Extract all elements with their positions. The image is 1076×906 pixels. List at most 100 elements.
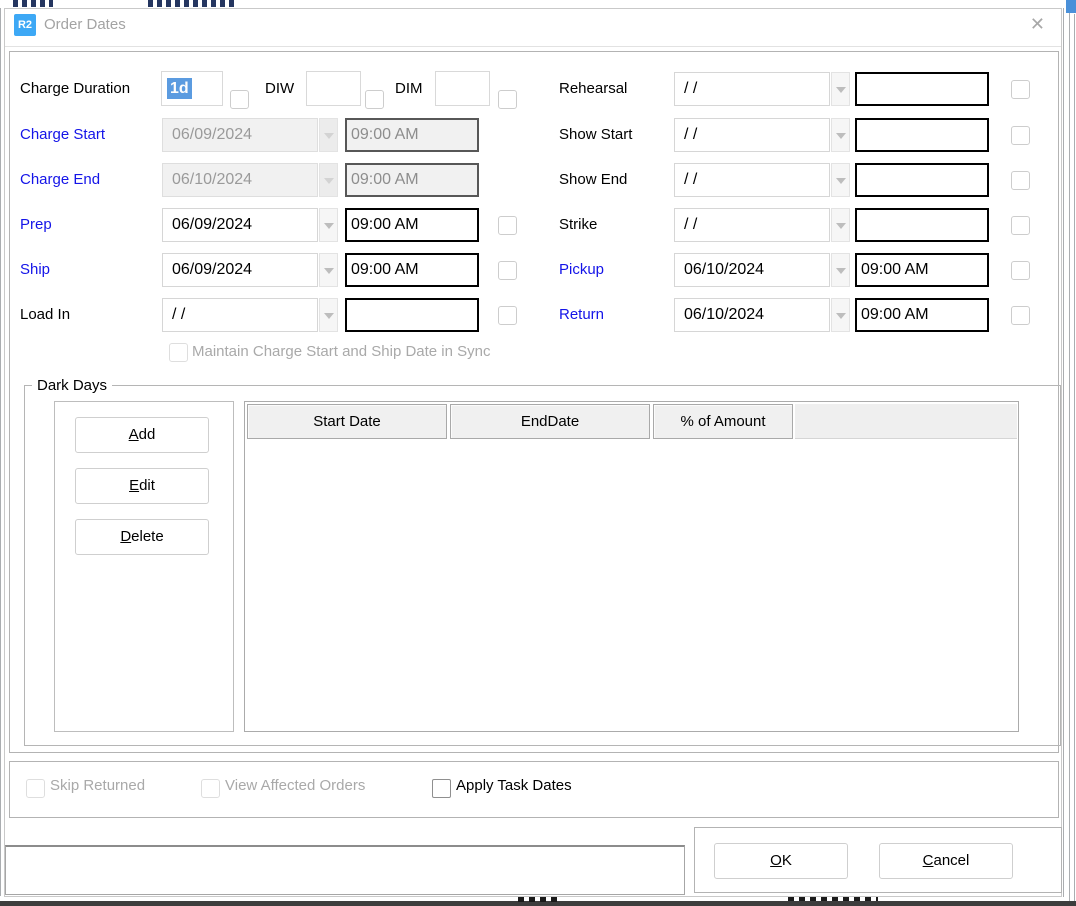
show-end-time-field[interactable] <box>855 163 989 197</box>
pickup-checkbox[interactable] <box>1011 261 1030 280</box>
footer-options-panel: Skip Returned View Affected Orders Apply… <box>9 761 1059 818</box>
charge-start-time-field: 09:00 AM <box>345 118 479 152</box>
charge-end-date-combo: 06/10/2024 <box>162 163 338 197</box>
charge-end-time-field: 09:00 AM <box>345 163 479 197</box>
view-affected-orders-label: View Affected Orders <box>225 775 365 797</box>
strike-date-combo[interactable]: / / <box>674 208 850 242</box>
charge-end-label: Charge End <box>20 163 100 197</box>
show-end-label: Show End <box>559 163 627 197</box>
apply-task-dates-checkbox[interactable] <box>432 779 451 798</box>
dim-label: DIM <box>395 72 423 106</box>
dates-panel: Charge Duration 1d DIW DIM Charge Start … <box>9 51 1059 753</box>
column-header-end-date[interactable]: EndDate <box>450 404 650 439</box>
dropdown-arrow-icon[interactable] <box>831 118 850 152</box>
pickup-date-combo[interactable]: 06/10/2024 <box>674 253 850 287</box>
dark-days-button-panel: Add Edit Delete <box>54 401 234 732</box>
ok-button[interactable]: OK <box>714 843 848 879</box>
return-time-field[interactable]: 09:00 AM <box>855 298 989 332</box>
dropdown-arrow-icon <box>319 118 338 152</box>
pickup-label: Pickup <box>559 253 604 287</box>
apply-task-dates-label: Apply Task Dates <box>456 775 572 797</box>
dropdown-arrow-icon[interactable] <box>319 208 338 242</box>
background-window-border <box>1069 0 1070 906</box>
background-window-text-fragment <box>518 897 558 902</box>
delete-button[interactable]: Delete <box>75 519 209 555</box>
column-header-filler <box>795 404 1017 439</box>
show-end-date-combo[interactable]: / / <box>674 163 850 197</box>
diw-input[interactable] <box>306 71 361 106</box>
show-end-checkbox[interactable] <box>1011 171 1030 190</box>
view-affected-orders-checkbox <box>201 779 220 798</box>
title-bar: R2 Order Dates ✕ <box>5 9 1061 47</box>
dropdown-arrow-icon[interactable] <box>319 298 338 332</box>
charge-duration-checkbox[interactable] <box>230 90 249 109</box>
background-window-text-fragment <box>148 0 234 7</box>
background-window-text-fragment <box>13 0 53 7</box>
dark-days-table: Start Date EndDate % of Amount <box>244 401 1019 732</box>
dropdown-arrow-icon[interactable] <box>831 208 850 242</box>
action-button-panel: OK Cancel <box>694 827 1062 893</box>
charge-duration-selected-text: 1d <box>167 78 192 99</box>
prep-date-combo[interactable]: 06/09/2024 <box>162 208 338 242</box>
diw-checkbox[interactable] <box>365 90 384 109</box>
show-start-label: Show Start <box>559 118 632 152</box>
dim-input[interactable] <box>435 71 490 106</box>
order-dates-dialog: R2 Order Dates ✕ Charge Duration 1d DIW … <box>4 8 1062 897</box>
skip-returned-checkbox <box>26 779 45 798</box>
show-start-time-field[interactable] <box>855 118 989 152</box>
window-title: Order Dates <box>44 16 126 33</box>
dim-checkbox[interactable] <box>498 90 517 109</box>
ship-label: Ship <box>20 253 50 287</box>
maintain-sync-checkbox <box>169 343 188 362</box>
load-in-date-combo[interactable]: / / <box>162 298 338 332</box>
r2-app-icon: R2 <box>14 14 36 36</box>
ship-time-field[interactable]: 09:00 AM <box>345 253 479 287</box>
message-box[interactable] <box>5 845 685 895</box>
strike-label: Strike <box>559 208 597 242</box>
strike-time-field[interactable] <box>855 208 989 242</box>
dark-days-title: Dark Days <box>32 377 112 394</box>
background-window-border <box>1063 8 1064 897</box>
edit-button[interactable]: Edit <box>75 468 209 504</box>
charge-duration-label: Charge Duration <box>20 72 130 106</box>
screen: R2 Order Dates ✕ Charge Duration 1d DIW … <box>0 0 1076 906</box>
column-header-start-date[interactable]: Start Date <box>247 404 447 439</box>
background-window-corner <box>1066 0 1076 13</box>
ship-date-combo[interactable]: 06/09/2024 <box>162 253 338 287</box>
return-date-combo[interactable]: 06/10/2024 <box>674 298 850 332</box>
rehearsal-label: Rehearsal <box>559 72 627 106</box>
return-label: Return <box>559 298 604 332</box>
rehearsal-checkbox[interactable] <box>1011 80 1030 99</box>
skip-returned-label: Skip Returned <box>50 775 145 797</box>
show-start-date-combo[interactable]: / / <box>674 118 850 152</box>
prep-label: Prep <box>20 208 52 242</box>
dropdown-arrow-icon[interactable] <box>831 298 850 332</box>
prep-checkbox[interactable] <box>498 216 517 235</box>
rehearsal-time-field[interactable] <box>855 72 989 106</box>
cancel-button[interactable]: Cancel <box>879 843 1013 879</box>
prep-time-field[interactable]: 09:00 AM <box>345 208 479 242</box>
close-icon[interactable]: ✕ <box>1030 14 1045 35</box>
dropdown-arrow-icon[interactable] <box>319 253 338 287</box>
charge-start-label: Charge Start <box>20 118 105 152</box>
show-start-checkbox[interactable] <box>1011 126 1030 145</box>
dropdown-arrow-icon[interactable] <box>831 72 850 106</box>
maintain-sync-label: Maintain Charge Start and Ship Date in S… <box>192 335 491 369</box>
pickup-time-field[interactable]: 09:00 AM <box>855 253 989 287</box>
charge-start-date-combo: 06/09/2024 <box>162 118 338 152</box>
background-window-border <box>1074 14 1075 906</box>
charge-duration-input[interactable]: 1d <box>161 71 223 106</box>
add-button[interactable]: Add <box>75 417 209 453</box>
load-in-checkbox[interactable] <box>498 306 517 325</box>
rehearsal-date-combo[interactable]: / / <box>674 72 850 106</box>
load-in-label: Load In <box>20 298 70 332</box>
load-in-time-field[interactable] <box>345 298 479 332</box>
ship-checkbox[interactable] <box>498 261 517 280</box>
background-window-border <box>0 8 1 896</box>
dropdown-arrow-icon[interactable] <box>831 253 850 287</box>
return-checkbox[interactable] <box>1011 306 1030 325</box>
strike-checkbox[interactable] <box>1011 216 1030 235</box>
column-header-percent-amount[interactable]: % of Amount <box>653 404 793 439</box>
dropdown-arrow-icon[interactable] <box>831 163 850 197</box>
diw-label: DIW <box>265 72 294 106</box>
